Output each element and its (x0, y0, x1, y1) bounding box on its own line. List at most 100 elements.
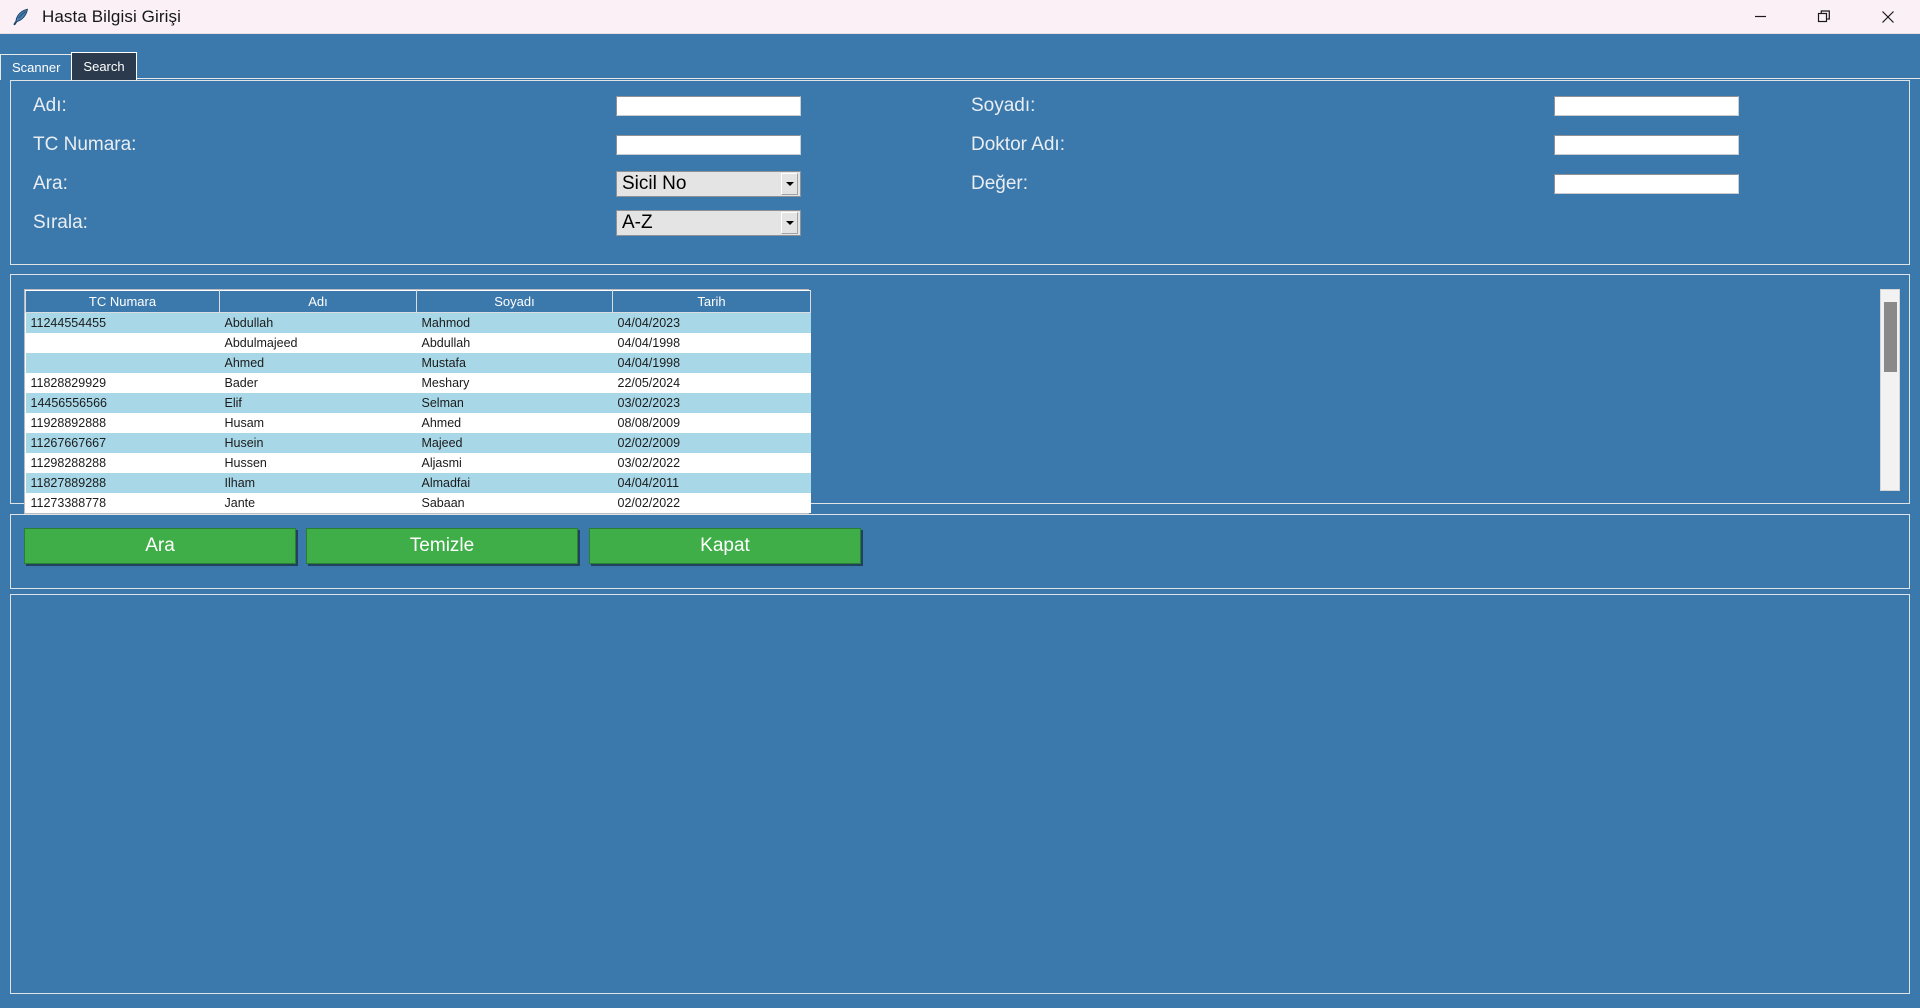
table-cell-tarih: 04/04/1998 (613, 333, 811, 353)
table-cell-tarih: 04/04/2011 (613, 473, 811, 493)
table-cell-tarih: 03/02/2023 (613, 393, 811, 413)
table-cell-tarih: 04/04/1998 (613, 353, 811, 373)
table-header-row: TC Numara Adı Soyadı Tarih (26, 291, 811, 313)
table-cell-tc-numara: 11298288288 (26, 453, 220, 473)
close-button-window[interactable] (1856, 0, 1920, 33)
doktor-adi-input[interactable] (1554, 135, 1739, 155)
table-row[interactable]: 11298288288HussenAljasmi03/02/2022 (26, 453, 811, 473)
table-cell-tc-numara: 11928892888 (26, 413, 220, 433)
table-cell-adi: Husein (220, 433, 417, 453)
table-row[interactable]: 11827889288IlhamAlmadfai04/04/2011 (26, 473, 811, 493)
table-cell-adi: Elif (220, 393, 417, 413)
label-doktor-adi: Doktor Adı: (971, 134, 1065, 156)
table-cell-soyadi: Ahmed (417, 413, 613, 433)
table-cell-tc-numara: 11827889288 (26, 473, 220, 493)
table-cell-tc-numara (26, 353, 220, 373)
table-cell-tc-numara: 11244554455 (26, 313, 220, 333)
close-button-label: Kapat (700, 535, 750, 557)
table-cell-soyadi: Mustafa (417, 353, 613, 373)
ara-combobox-value: Sicil No (617, 173, 781, 195)
table-cell-soyadi: Aljasmi (417, 453, 613, 473)
window-titlebar: Hasta Bilgisi Girişi (0, 0, 1920, 34)
window-title: Hasta Bilgisi Girişi (42, 7, 181, 27)
table-cell-soyadi: Selman (417, 393, 613, 413)
results-table: TC Numara Adı Soyadı Tarih 11244554455Ab… (25, 290, 811, 513)
sirala-combobox-value: A-Z (617, 212, 781, 234)
window-controls (1728, 0, 1920, 33)
column-header-adi[interactable]: Adı (220, 291, 417, 313)
table-cell-soyadi: Meshary (417, 373, 613, 393)
table-row[interactable]: 14456556566ElifSelman03/02/2023 (26, 393, 811, 413)
table-row[interactable]: 11244554455AbdullahMahmod04/04/2023 (26, 313, 811, 333)
table-cell-adi: Abdullah (220, 313, 417, 333)
label-soyadi: Soyadı: (971, 95, 1035, 117)
table-cell-adi: Husam (220, 413, 417, 433)
table-cell-tarih: 08/08/2009 (613, 413, 811, 433)
clear-button[interactable]: Temizle (306, 528, 578, 564)
table-cell-adi: Bader (220, 373, 417, 393)
results-table-container: TC Numara Adı Soyadı Tarih 11244554455Ab… (24, 289, 809, 514)
table-cell-adi: Ahmed (220, 353, 417, 373)
close-button[interactable]: Kapat (589, 528, 861, 564)
label-sirala: Sırala: (33, 212, 88, 234)
tc-numara-input[interactable] (616, 135, 801, 155)
table-cell-tc-numara: 11273388778 (26, 493, 220, 513)
results-scrollbar-thumb[interactable] (1884, 302, 1897, 372)
table-cell-tc-numara (26, 333, 220, 353)
table-cell-tarih: 02/02/2022 (613, 493, 811, 513)
label-tc-numara: TC Numara: (33, 134, 136, 156)
table-cell-tc-numara: 11267667667 (26, 433, 220, 453)
restore-button[interactable] (1792, 0, 1856, 33)
tabstrip: Scanner Search (0, 50, 1920, 80)
label-deger: Değer: (971, 173, 1028, 195)
table-cell-adi: Hussen (220, 453, 417, 473)
table-cell-tarih: 03/02/2022 (613, 453, 811, 473)
clear-button-label: Temizle (410, 535, 474, 557)
table-row[interactable]: AhmedMustafa04/04/1998 (26, 353, 811, 373)
table-cell-tarih: 02/02/2009 (613, 433, 811, 453)
column-header-tc-numara[interactable]: TC Numara (26, 291, 220, 313)
table-row[interactable]: 11267667667HuseinMajeed02/02/2009 (26, 433, 811, 453)
table-cell-adi: Ilham (220, 473, 417, 493)
tab-search-label: Search (83, 59, 124, 74)
column-header-soyadi[interactable]: Soyadı (417, 291, 613, 313)
ara-combobox[interactable]: Sicil No (616, 171, 801, 197)
results-panel: TC Numara Adı Soyadı Tarih 11244554455Ab… (10, 274, 1910, 504)
tab-scanner[interactable]: Scanner (0, 54, 72, 80)
table-cell-tc-numara: 14456556566 (26, 393, 220, 413)
minimize-button[interactable] (1728, 0, 1792, 33)
table-cell-soyadi: Almadfai (417, 473, 613, 493)
search-form-panel: Adı: TC Numara: Ara: Sırala: Sicil No A-… (10, 80, 1910, 265)
search-button-label: Ara (145, 535, 175, 557)
results-table-body: 11244554455AbdullahMahmod04/04/2023Abdul… (26, 313, 811, 513)
label-ara: Ara: (33, 173, 68, 195)
column-header-tarih[interactable]: Tarih (613, 291, 811, 313)
label-adi: Adı: (33, 95, 67, 117)
empty-content-panel (10, 594, 1910, 994)
tab-search[interactable]: Search (71, 52, 136, 80)
sirala-combobox[interactable]: A-Z (616, 210, 801, 236)
table-row[interactable]: 11828829929BaderMeshary22/05/2024 (26, 373, 811, 393)
search-button[interactable]: Ara (24, 528, 296, 564)
table-cell-soyadi: Abdullah (417, 333, 613, 353)
adi-input[interactable] (616, 96, 801, 116)
table-cell-soyadi: Mahmod (417, 313, 613, 333)
table-cell-tarih: 04/04/2023 (613, 313, 811, 333)
table-row[interactable]: AbdulmajeedAbdullah04/04/1998 (26, 333, 811, 353)
deger-input[interactable] (1554, 174, 1739, 194)
table-cell-tc-numara: 11828829929 (26, 373, 220, 393)
table-row[interactable]: 11928892888HusamAhmed08/08/2009 (26, 413, 811, 433)
table-cell-adi: Jante (220, 493, 417, 513)
tab-scanner-label: Scanner (12, 60, 60, 75)
chevron-down-icon[interactable] (781, 173, 798, 195)
table-cell-adi: Abdulmajeed (220, 333, 417, 353)
soyadi-input[interactable] (1554, 96, 1739, 116)
table-row[interactable]: 11273388778JanteSabaan02/02/2022 (26, 493, 811, 513)
window-body: Scanner Search Adı: TC Numara: Ara: Sıra… (0, 34, 1920, 1008)
table-cell-soyadi: Majeed (417, 433, 613, 453)
chevron-down-icon[interactable] (781, 212, 798, 234)
quill-feather-icon (10, 6, 32, 28)
action-button-panel: Ara Temizle Kapat (10, 514, 1910, 589)
table-cell-tarih: 22/05/2024 (613, 373, 811, 393)
results-scrollbar[interactable] (1880, 289, 1900, 491)
